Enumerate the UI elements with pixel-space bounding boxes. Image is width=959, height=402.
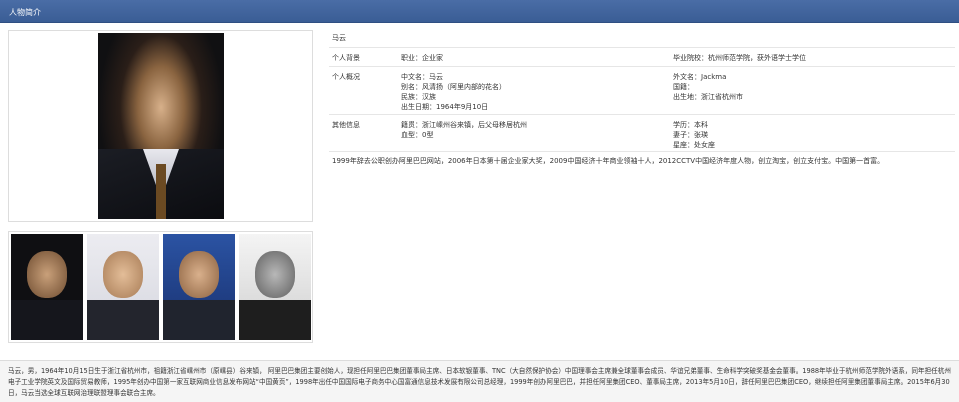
- field-education: 学历：本科: [673, 121, 708, 129]
- info-row-label: 其他信息: [332, 121, 360, 129]
- profile-summary: 1999年辞去公职创办阿里巴巴网站，2006年日本第十届企业家大奖，2009中国…: [332, 157, 885, 165]
- section-title: 人物简介: [9, 8, 41, 17]
- photo-tie: [156, 164, 166, 219]
- info-row-label: 个人背景: [332, 54, 360, 62]
- thumbnail-photo-2[interactable]: [87, 234, 159, 340]
- info-mid-column: 籍贯：浙江嵊州谷来镇，后父母移居杭州 血型：0型: [401, 120, 527, 140]
- section-header: 人物简介: [0, 0, 959, 23]
- field-birthplace: 出生地：浙江省杭州市: [673, 93, 743, 101]
- thumbnail-photo-1[interactable]: [11, 234, 83, 340]
- thumbnail-face: [178, 250, 220, 298]
- thumbnail-face: [254, 250, 296, 298]
- main-portrait-photo[interactable]: [98, 33, 224, 219]
- thumbnail-gallery: [8, 231, 313, 343]
- biography-panel: 马云，男，1964年10月15日生于浙江省杭州市，祖籍浙江省嵊州市（原嵊县）谷来…: [0, 360, 959, 402]
- biography-text: 马云，男，1964年10月15日生于浙江省杭州市，祖籍浙江省嵊州市（原嵊县）谷来…: [8, 367, 951, 397]
- field-blood-type: 血型：0型: [401, 131, 434, 139]
- thumbnail-face: [26, 250, 68, 298]
- profile-name: 马云: [329, 30, 955, 48]
- field-nationality: 国籍：: [673, 83, 694, 91]
- field-foreign-name: 外文名：Jackma: [673, 73, 727, 81]
- field-occupation: 职业：企业家: [401, 54, 443, 62]
- thumbnail-body: [87, 299, 159, 340]
- info-row-overview: 个人概况 中文名：马云 别名：风清扬（阿里内部的花名） 民族：汉族 出生日期：1…: [329, 67, 955, 115]
- field-spouse: 妻子：张瑛: [673, 131, 708, 139]
- info-row-other: 其他信息 籍贯：浙江嵊州谷来镇，后父母移居杭州 血型：0型 学历：本科 妻子：张…: [329, 115, 955, 152]
- profile-info-table: 马云 个人背景 职业：企业家 毕业院校：杭州师范学院，获外语学士学位 个人概况 …: [329, 30, 955, 166]
- thumbnail-body: [239, 299, 311, 340]
- field-zodiac: 星座：处女座: [673, 141, 715, 149]
- thumbnail-body: [163, 299, 235, 340]
- info-right-column: 外文名：Jackma 国籍： 出生地：浙江省杭州市: [673, 72, 743, 102]
- info-mid-column: 中文名：马云 别名：风清扬（阿里内部的花名） 民族：汉族 出生日期：1964年9…: [401, 72, 506, 112]
- field-birth-date: 出生日期：1964年9月10日: [401, 103, 489, 111]
- thumbnail-photo-4[interactable]: [239, 234, 311, 340]
- field-chinese-name: 中文名：马云: [401, 73, 443, 81]
- info-row-label: 个人概况: [332, 73, 360, 81]
- field-native-place: 籍贯：浙江嵊州谷来镇，后父母移居杭州: [401, 121, 527, 129]
- thumbnail-body: [11, 299, 83, 340]
- main-photo-frame: [8, 30, 313, 222]
- field-alias: 别名：风清扬（阿里内部的花名）: [401, 83, 506, 91]
- info-mid-column: 职业：企业家: [401, 53, 443, 63]
- field-ethnicity: 民族：汉族: [401, 93, 436, 101]
- thumbnail-face: [102, 250, 144, 298]
- info-row-background: 个人背景 职业：企业家 毕业院校：杭州师范学院，获外语学士学位: [329, 48, 955, 67]
- field-school: 毕业院校：杭州师范学院，获外语学士学位: [673, 54, 806, 62]
- info-right-column: 学历：本科 妻子：张瑛 星座：处女座: [673, 120, 715, 150]
- thumbnail-photo-3[interactable]: [163, 234, 235, 340]
- info-right-column: 毕业院校：杭州师范学院，获外语学士学位: [673, 53, 806, 63]
